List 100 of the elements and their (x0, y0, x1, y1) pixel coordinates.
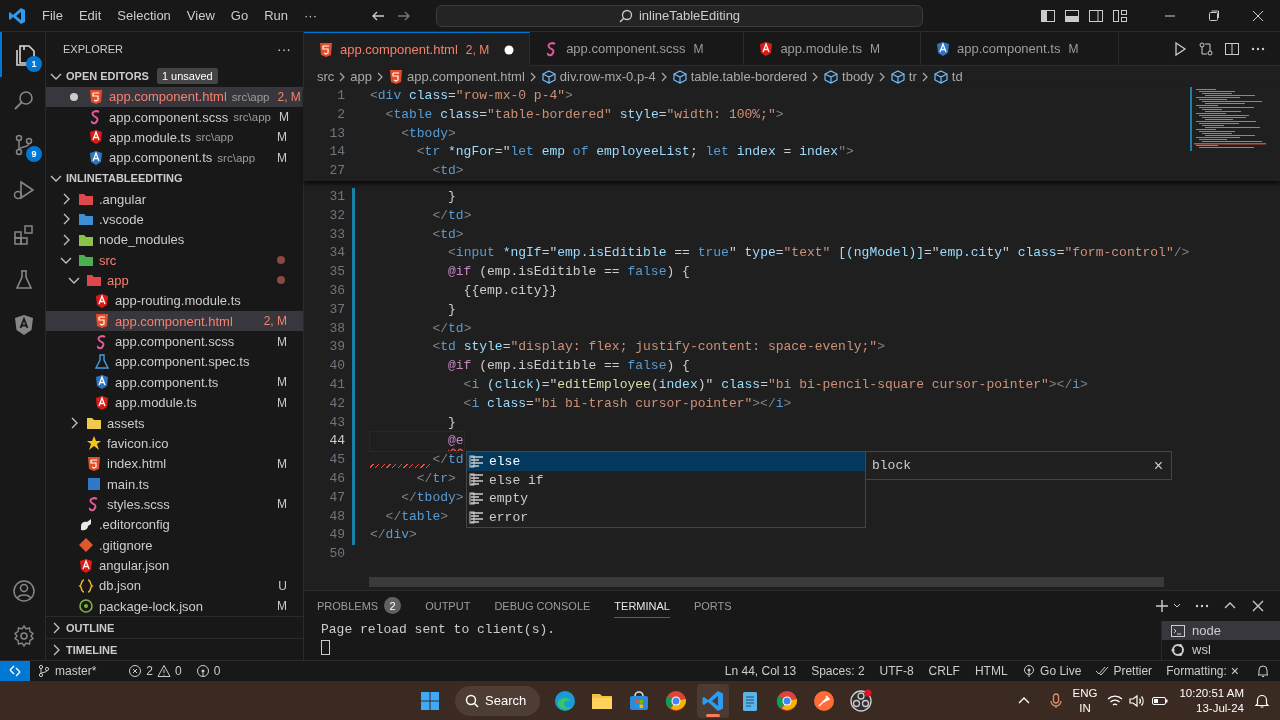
more-actions-button[interactable]: ··· (277, 40, 291, 57)
git-status: U (277, 578, 287, 593)
git-status: M (276, 599, 287, 614)
breadcrumb-item[interactable]: table.table-bordered (671, 68, 808, 85)
panel-tab[interactable]: DEBUG CONSOLE (494, 594, 591, 618)
tree-item[interactable]: app-routing.module.ts (46, 290, 303, 312)
tree-item[interactable]: app.component.spec.ts (46, 351, 303, 373)
code-line: </div> (370, 526, 417, 545)
prettier-button[interactable]: Prettier (1088, 661, 1160, 681)
menu-item[interactable]: Run (256, 5, 296, 26)
breadcrumb-item[interactable]: src (317, 69, 335, 84)
menu-item[interactable]: Edit (70, 5, 110, 26)
code-line: {{emp.city}} (462, 281, 558, 300)
status-item[interactable]: HTML (967, 661, 1016, 681)
tree-item[interactable]: app.component.html 2, M (46, 311, 303, 332)
command-center-field[interactable]: inlineTableEditing (436, 4, 923, 27)
panel-tab[interactable]: TERMINAL (614, 594, 670, 618)
editor-tab[interactable]: app.component.ts M (921, 32, 1120, 65)
folder-item[interactable]: app (46, 270, 303, 291)
search-button[interactable]: Search (455, 685, 541, 716)
git-status: M (276, 375, 287, 390)
tree-item[interactable]: angular.json (46, 555, 303, 576)
open-editor-item[interactable]: app.module.ts src\app M (46, 127, 303, 148)
tree-item[interactable]: app.component.ts M (46, 372, 303, 393)
section-header[interactable]: OPEN EDITORS 1 unsaved (46, 65, 303, 87)
terminal-list-item[interactable]: node (1162, 621, 1280, 640)
menu-item[interactable]: File (34, 5, 71, 26)
close-button[interactable]: × (1153, 456, 1163, 475)
code-line: <input *ngIf="emp.isEditible == true" type="text" [(ngModel)]="emp.city" class="form-control"/> (447, 244, 1190, 263)
folder-item[interactable]: .angular (46, 188, 303, 210)
open-editor-item[interactable]: app.component.ts src\app M (46, 147, 303, 169)
menu-item[interactable]: View (178, 5, 223, 26)
section-header[interactable]: OUTLINE (46, 616, 303, 639)
code-line: <td> (431, 162, 464, 181)
suggestion-item[interactable]: empty (467, 489, 865, 509)
git-status: 2, M (465, 42, 490, 57)
activity-bar-item[interactable]: 9 (0, 122, 45, 167)
tree-item[interactable]: app.component.scss M (46, 331, 303, 352)
breadcrumb-item[interactable]: app.component.html (388, 68, 525, 85)
breadcrumb-item[interactable]: tr (889, 68, 917, 85)
tree-item[interactable]: .gitignore (46, 535, 303, 556)
line-number: 49 (328, 526, 345, 545)
formatting-status[interactable]: Formatting: × (1159, 661, 1246, 681)
code-line: <tbody> (400, 124, 456, 143)
folder-item[interactable]: node_modules (46, 229, 303, 250)
tree-item[interactable]: styles.scss M (46, 494, 303, 515)
code-line: <div class="row-mx-0 p-4"> (370, 87, 573, 105)
code-line: @if (emp.isEditible == false) { (447, 357, 690, 376)
tree-item[interactable]: app.module.ts M (46, 392, 303, 413)
breadcrumb-item[interactable]: app (350, 69, 373, 84)
folder-item[interactable]: assets (46, 412, 303, 434)
open-editor-item[interactable]: app.component.html src\app 2, M (46, 86, 303, 107)
code-line: </td (370, 451, 464, 470)
clock[interactable]: 10:20:51 AM 13-Jul-24 (1179, 685, 1244, 716)
menu-item[interactable]: ··· (296, 5, 325, 26)
tree-item[interactable]: favicon.ico (46, 433, 303, 454)
folder-item[interactable]: src (46, 249, 303, 271)
problem-count: 2 (384, 597, 402, 614)
suggestion-item[interactable]: error (467, 508, 865, 527)
panel-tab[interactable]: PROBLEMS 2 (317, 594, 402, 618)
status-item[interactable]: UTF-8 (872, 661, 922, 681)
tree-item[interactable]: package-lock.json M (46, 596, 303, 617)
line-number: 1 (336, 87, 345, 105)
editor-tab[interactable]: app.module.ts M (744, 32, 922, 65)
line-number: 38 (328, 319, 345, 338)
code-line: } (447, 300, 456, 319)
tree-item[interactable]: index.html M (46, 453, 303, 474)
ports-button[interactable]: 0 (188, 661, 228, 681)
git-status: M (276, 334, 287, 349)
tree-item[interactable]: db.json U (46, 575, 303, 597)
editor-tab[interactable]: app.component.scss M (530, 32, 745, 65)
panel-tab[interactable]: PORTS (693, 594, 732, 618)
line-number: 39 (328, 338, 345, 357)
code-line: </table> (384, 507, 449, 526)
git-status: M (276, 395, 287, 410)
problems-button[interactable]: 2 0 (121, 661, 189, 681)
tree-item[interactable]: .editorconfig (46, 514, 303, 535)
status-item[interactable]: Ln 44, Col 13 (717, 661, 804, 681)
tree-item[interactable]: main.ts (46, 473, 303, 495)
breadcrumb-item[interactable]: tbody (823, 68, 874, 85)
menu-item[interactable]: Go (222, 5, 257, 26)
input-language[interactable]: ENG IN (1072, 685, 1098, 716)
section-header[interactable]: INLINETABLEEDITING (46, 168, 303, 189)
open-editor-item[interactable]: app.component.scss src\app M (46, 106, 303, 128)
folder-item[interactable]: .vscode (46, 209, 303, 230)
breadcrumb-item[interactable]: td (932, 68, 963, 85)
suggestion-item[interactable]: else if (467, 470, 865, 490)
panel-tab[interactable]: OUTPUT (425, 594, 471, 618)
menu-item[interactable]: Selection (109, 5, 179, 26)
status-item[interactable]: CRLF (921, 661, 968, 681)
code-line: <i class="bi bi-trash cursor-pointer"></i> (462, 394, 792, 413)
branch-button[interactable]: master* (30, 661, 104, 681)
suggestion-item[interactable]: else (467, 452, 865, 471)
code-line: <i (click)="editEmployee(index)" class="bi bi-pencil-square cursor-pointer"></i> (462, 375, 1088, 394)
go-live-button[interactable]: Go Live (1015, 661, 1089, 681)
git-status: M (276, 456, 287, 471)
breadcrumb-item[interactable]: div.row-mx-0.p-4 (540, 68, 656, 85)
editor-tab[interactable]: app.component.html 2, M (304, 32, 531, 66)
status-item[interactable]: Spaces: 2 (803, 661, 873, 681)
terminal-list-item[interactable]: wsl (1162, 640, 1280, 659)
